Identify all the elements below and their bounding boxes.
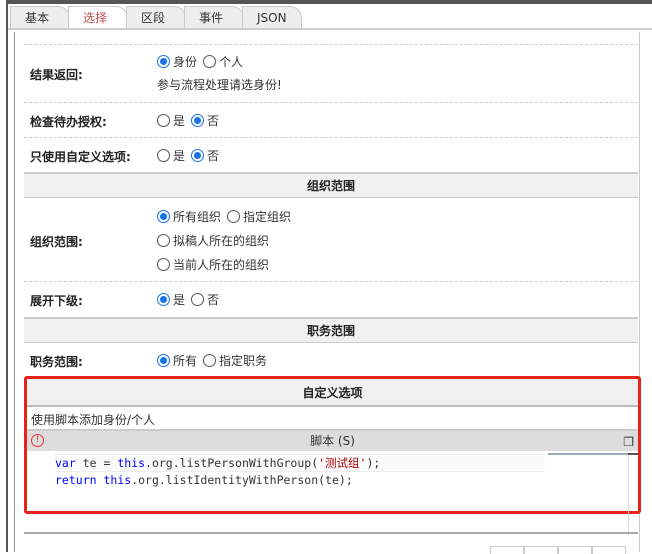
window-top-border — [8, 0, 652, 4]
option-label: 指定组织 — [243, 209, 292, 224]
tab-basic[interactable]: 基本 — [10, 6, 70, 29]
custom-only-row: 只使用自定义选项: 是 否 — [24, 137, 638, 172]
radio-custom-yes[interactable] — [157, 148, 170, 162]
maximize-icon[interactable]: ❐ — [623, 432, 634, 452]
bottom-buttons — [490, 546, 626, 554]
option-label: 身份 — [173, 54, 198, 69]
custom-description: 使用脚本添加身份/个人 — [27, 407, 638, 431]
option-label: 拟稿人所在的组织 — [173, 233, 270, 248]
bottom-button[interactable] — [592, 546, 626, 554]
radio-specified-duty[interactable] — [203, 353, 217, 367]
script-editor[interactable]: var te = this.org.listPersonWithGroup('测… — [27, 451, 638, 509]
bottom-button[interactable] — [524, 546, 558, 554]
radio-drafter-org[interactable] — [157, 233, 170, 247]
tab-section[interactable]: 区段 — [126, 6, 186, 29]
option-label: 个人 — [219, 54, 244, 69]
tab-divider — [8, 28, 652, 30]
script-titlebar: ! 脚本 (S) ❐ — [27, 431, 638, 451]
radio-specified-org[interactable] — [227, 209, 241, 223]
option-label: 当前人所在的组织 — [173, 257, 270, 272]
radio-check-yes[interactable] — [157, 113, 170, 127]
editor-scroll-track — [628, 455, 629, 535]
custom-options-highlight: 自定义选项 使用脚本添加身份/个人 ! 脚本 (S) ❐ var te = th… — [24, 376, 641, 514]
result-label: 结果返回: — [30, 68, 83, 82]
code-minimap[interactable] — [548, 453, 628, 455]
option-label: 否 — [207, 148, 220, 163]
check-row: 检查待办授权: 是 否 — [24, 102, 638, 137]
script-title: 脚本 (S) — [310, 434, 355, 448]
result-row: 结果返回: 身份 个人 参与流程处理请选身份! — [24, 44, 638, 102]
radio-expand-no[interactable] — [191, 292, 205, 306]
select-form: 结果返回: 身份 个人 参与流程处理请选身份! 检查待办授权: 是 否 只使用自… — [24, 44, 638, 375]
radio-expand-yes[interactable] — [157, 292, 170, 306]
org-label: 组织范围: — [30, 235, 83, 249]
code-line-1: var te = this.org.listPersonWithGroup('测… — [55, 454, 545, 472]
option-label: 是 — [173, 148, 186, 163]
org-section-header: 组织范围 — [24, 172, 638, 198]
radio-identity[interactable] — [157, 54, 170, 68]
option-label: 所有组织 — [173, 209, 222, 224]
radio-all-duties[interactable] — [157, 353, 170, 367]
expand-row: 展开下级: 是 否 — [24, 281, 638, 317]
radio-person[interactable] — [203, 54, 217, 68]
tab-bar: 基本 选择 区段 事件 JSON — [10, 6, 302, 29]
radio-custom-no[interactable] — [191, 148, 205, 162]
tab-select[interactable]: 选择 — [68, 6, 128, 29]
left-border — [0, 0, 8, 552]
option-label: 否 — [207, 292, 220, 307]
editor-scrollbar[interactable] — [628, 453, 638, 455]
radio-check-no[interactable] — [191, 113, 205, 127]
org-row: 组织范围: 所有组织 指定组织 拟稿人所在的组织 当前人所在的组织 — [24, 198, 638, 281]
code-line-2: return this.org.listIdentityWithPerson(t… — [55, 473, 353, 487]
radio-current-org[interactable] — [157, 257, 170, 271]
option-label: 是 — [173, 292, 186, 307]
tab-json[interactable]: JSON — [242, 6, 302, 29]
duty-label: 职务范围: — [30, 355, 83, 369]
expand-label: 展开下级: — [30, 294, 83, 308]
tab-events[interactable]: 事件 — [184, 6, 244, 29]
result-hint: 参与流程处理请选身份! — [157, 78, 282, 92]
option-label: 否 — [207, 113, 220, 128]
duty-section-header: 职务范围 — [24, 317, 638, 343]
info-warning-icon[interactable]: ! — [31, 434, 44, 447]
bottom-divider — [24, 532, 638, 534]
option-label: 是 — [173, 113, 186, 128]
bottom-button[interactable] — [558, 546, 592, 554]
option-label: 指定职务 — [219, 353, 268, 368]
custom-section-header: 自定义选项 — [27, 379, 638, 407]
bottom-button[interactable] — [490, 546, 524, 554]
custom-only-label: 只使用自定义选项: — [30, 150, 131, 164]
check-label: 检查待办授权: — [30, 115, 107, 129]
radio-all-orgs[interactable] — [157, 209, 170, 223]
option-label: 所有 — [173, 353, 198, 368]
duty-row: 职务范围: 所有 指定职务 — [24, 343, 638, 375]
